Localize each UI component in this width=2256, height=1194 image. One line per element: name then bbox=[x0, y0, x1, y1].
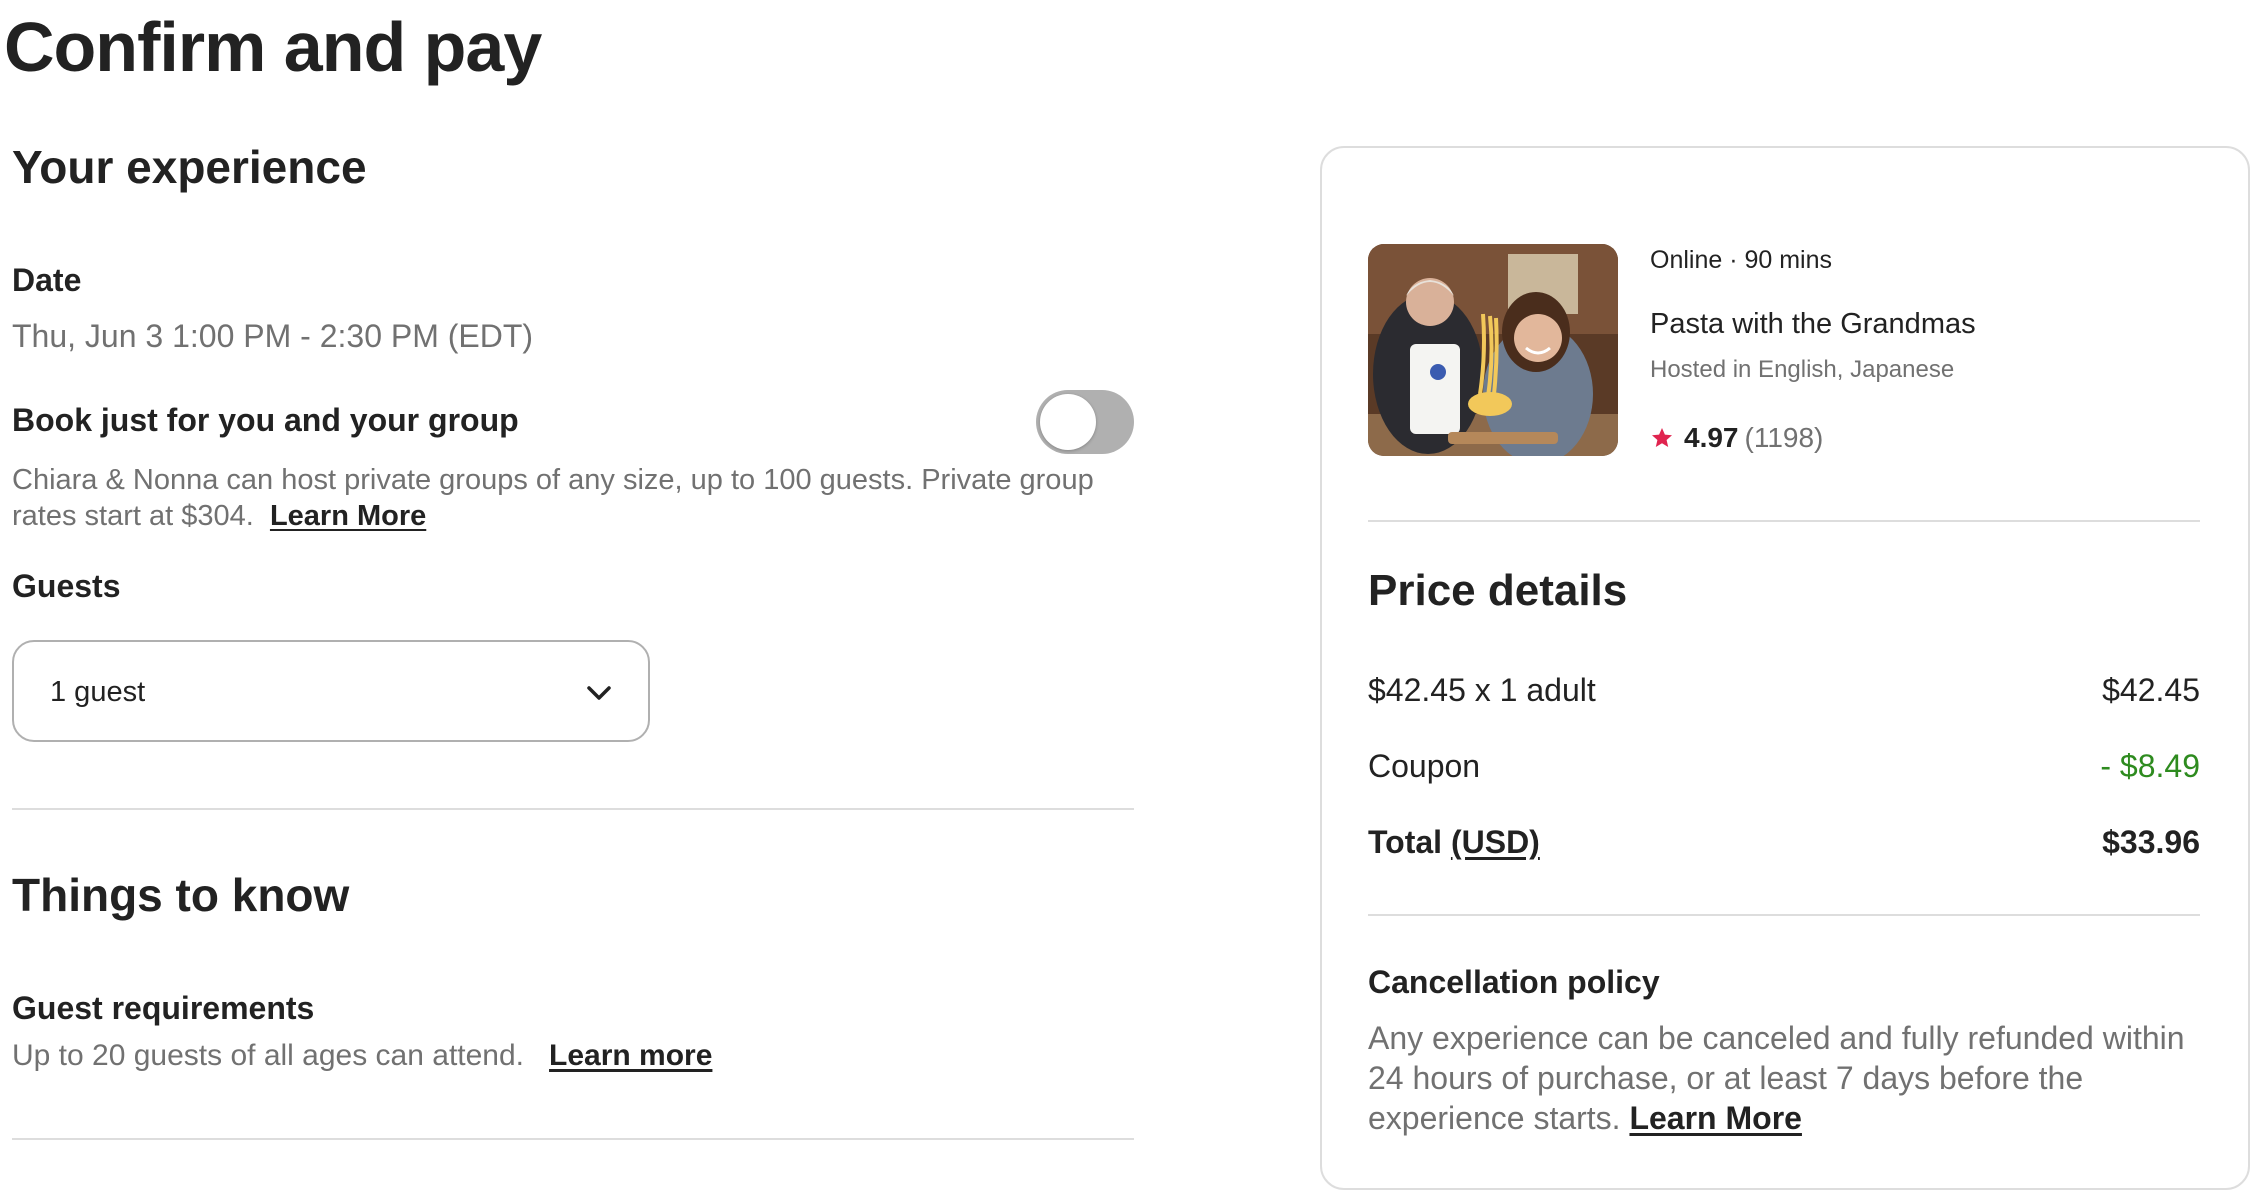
cancellation-policy-heading: Cancellation policy bbox=[1368, 964, 1660, 1000]
price-row-coupon: Coupon - $8.49 bbox=[1368, 748, 2200, 785]
date-label: Date bbox=[12, 262, 82, 298]
page-title: Confirm and pay bbox=[4, 8, 542, 86]
private-group-label: Book just for you and your group bbox=[12, 402, 519, 438]
coupon-value: - $8.49 bbox=[2100, 748, 2200, 784]
guest-requirements-learn-more-link[interactable]: Learn more bbox=[549, 1039, 712, 1072]
price-details-heading: Price details bbox=[1368, 566, 1628, 615]
price-row-value: $42.45 bbox=[2102, 672, 2200, 708]
listing-title: Pasta with the Grandmas bbox=[1650, 308, 1976, 340]
private-group-learn-more-link[interactable]: Learn More bbox=[270, 500, 426, 532]
section-divider bbox=[12, 808, 1134, 810]
toggle-knob bbox=[1040, 394, 1096, 450]
review-count: (1198) bbox=[1744, 422, 1824, 453]
price-row-label: $42.45 x 1 adult bbox=[1368, 672, 1596, 708]
cancellation-policy-description: Any experience can be canceled and fully… bbox=[1368, 1018, 2198, 1138]
private-group-description: Chiara & Nonna can host private groups o… bbox=[12, 462, 1102, 534]
checkout-page: Confirm and pay Your experience Date Thu… bbox=[0, 0, 2256, 1194]
guest-requirements-text: Up to 20 guests of all ages can attend. bbox=[12, 1039, 525, 1072]
private-group-text: Chiara & Nonna can host private groups o… bbox=[12, 464, 1094, 532]
coupon-label: Coupon bbox=[1368, 748, 1481, 784]
card-divider bbox=[1368, 520, 2200, 522]
total-label: Total bbox=[1368, 824, 1443, 860]
date-value: Thu, Jun 3 1:00 PM - 2:30 PM (EDT) bbox=[12, 318, 534, 354]
price-row-total: Total (USD) $33.96 bbox=[1368, 824, 2200, 861]
listing-thumbnail bbox=[1368, 244, 1618, 456]
rating-value: 4.97 bbox=[1684, 422, 1739, 453]
section-divider bbox=[12, 1138, 1134, 1140]
currency-link[interactable]: (USD) bbox=[1451, 824, 1540, 860]
price-row-base: $42.45 x 1 adult $42.45 bbox=[1368, 672, 2200, 709]
guests-select-value: 1 guest bbox=[50, 676, 146, 708]
card-divider bbox=[1368, 914, 2200, 916]
guests-select[interactable]: 1 guest bbox=[12, 640, 650, 742]
chevron-down-icon bbox=[587, 686, 611, 700]
listing-rating: 4.97 (1198) bbox=[1650, 422, 1823, 454]
guest-requirements-label: Guest requirements bbox=[12, 990, 315, 1026]
private-group-toggle[interactable] bbox=[1036, 390, 1134, 454]
listing-photo bbox=[1368, 244, 1618, 456]
total-label-group: Total (USD) bbox=[1368, 824, 1540, 861]
listing-meta: Online · 90 mins bbox=[1650, 246, 1833, 274]
things-to-know-heading: Things to know bbox=[12, 869, 350, 921]
guest-requirements-description: Up to 20 guests of all ages can attend. … bbox=[12, 1038, 1102, 1074]
total-value: $33.96 bbox=[2102, 824, 2200, 860]
star-icon bbox=[1652, 428, 1672, 447]
guests-label: Guests bbox=[12, 568, 121, 604]
your-experience-heading: Your experience bbox=[12, 141, 367, 193]
listing-languages: Hosted in English, Japanese bbox=[1650, 356, 1955, 383]
cancellation-learn-more-link[interactable]: Learn More bbox=[1629, 1100, 1801, 1136]
